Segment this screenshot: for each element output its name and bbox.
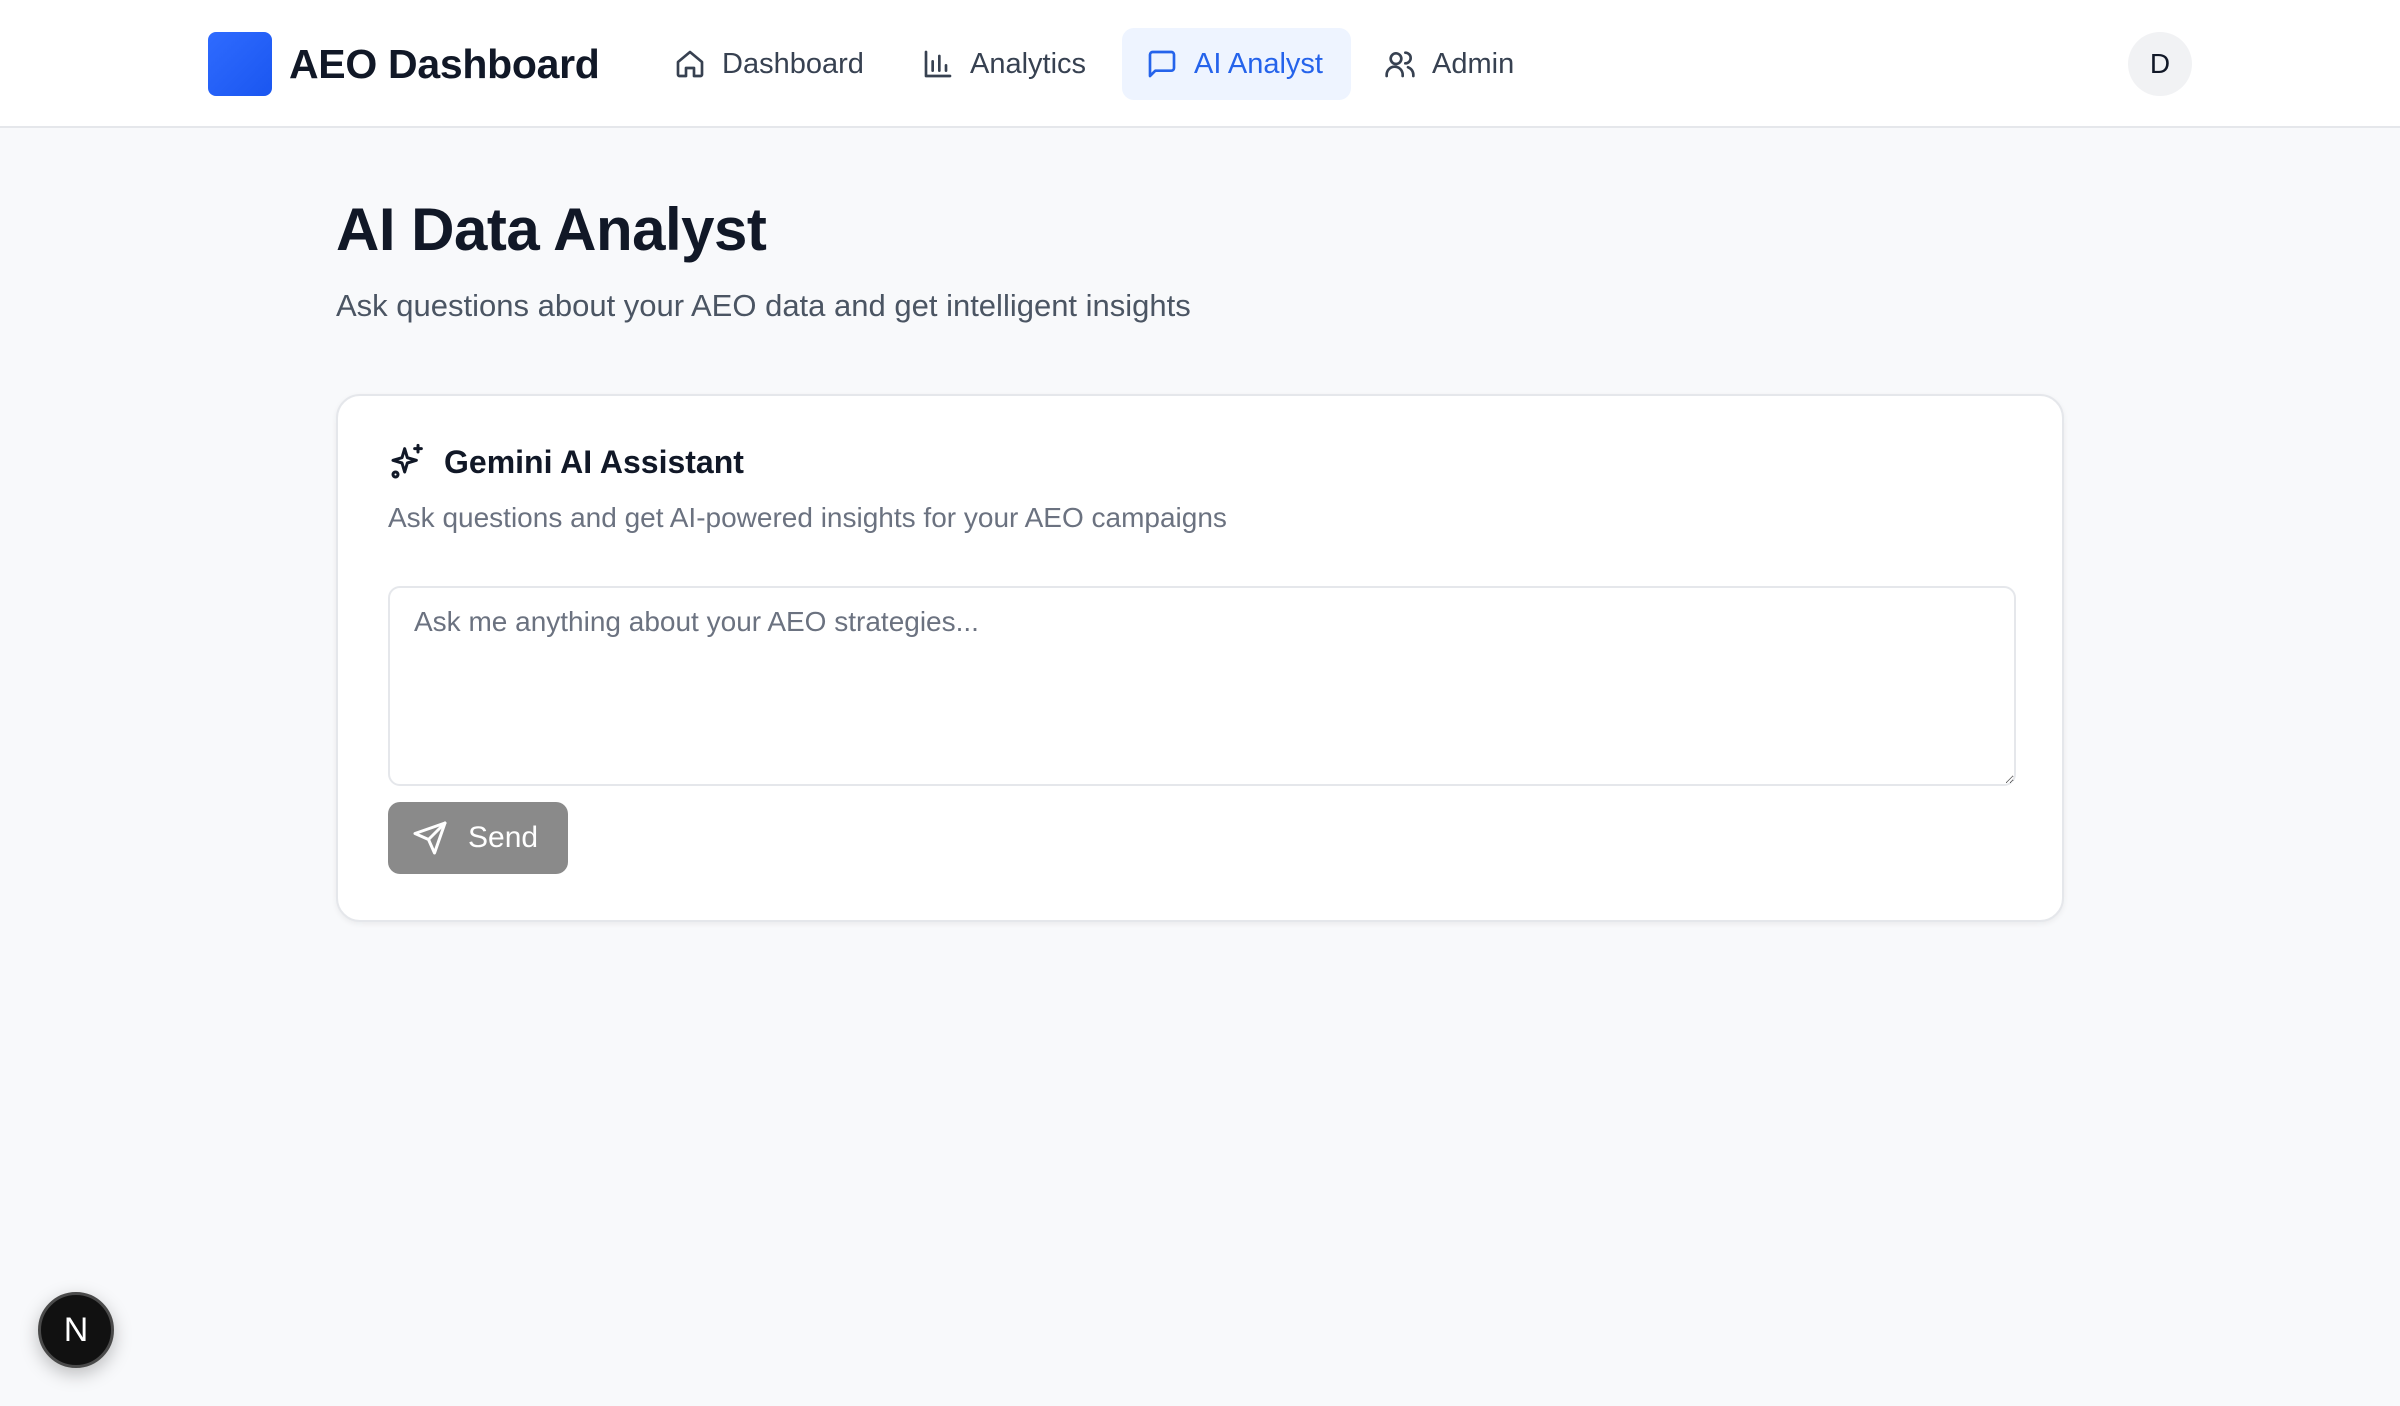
page-title: AI Data Analyst — [336, 196, 767, 263]
nextjs-icon: N — [63, 1311, 89, 1349]
assistant-card-header: Gemini AI Assistant — [388, 438, 744, 486]
nav-item-dashboard[interactable]: Dashboard — [650, 28, 888, 100]
nextjs-dev-badge[interactable]: N — [38, 1292, 114, 1368]
nav-item-admin[interactable]: Admin — [1360, 28, 1538, 100]
nav-item-label: Admin — [1432, 47, 1515, 80]
bar-chart-icon — [924, 50, 952, 78]
sparkles-icon — [391, 443, 423, 479]
send-button[interactable]: Send — [388, 802, 568, 874]
assistant-title: Gemini AI Assistant — [444, 443, 744, 480]
page-subtitle: Ask questions about your AEO data and ge… — [336, 288, 1191, 323]
nav-item-label: Analytics — [970, 47, 1087, 80]
assistant-card: Gemini AI Assistant Ask questions and ge… — [336, 394, 2064, 922]
nav-item-label: AI Analyst — [1194, 47, 1323, 80]
users-icon — [1385, 51, 1415, 78]
question-input[interactable] — [388, 586, 2016, 786]
nav-item-ai-analyst[interactable]: AI Analyst — [1122, 28, 1351, 100]
nav-item-label: Dashboard — [722, 47, 864, 80]
message-square-icon — [1148, 50, 1176, 78]
top-navbar: AEO Dashboard Dashboard Analytics AI Ana… — [0, 0, 2400, 128]
send-icon — [413, 821, 447, 855]
app-logo[interactable] — [208, 32, 272, 96]
nav-item-analytics[interactable]: Analytics — [898, 28, 1110, 100]
assistant-description: Ask questions and get AI-powered insight… — [388, 502, 1227, 533]
app-title[interactable]: AEO Dashboard — [289, 36, 600, 92]
user-avatar[interactable]: D — [2128, 32, 2192, 96]
send-button-label: Send — [468, 821, 539, 854]
home-icon — [676, 50, 704, 78]
